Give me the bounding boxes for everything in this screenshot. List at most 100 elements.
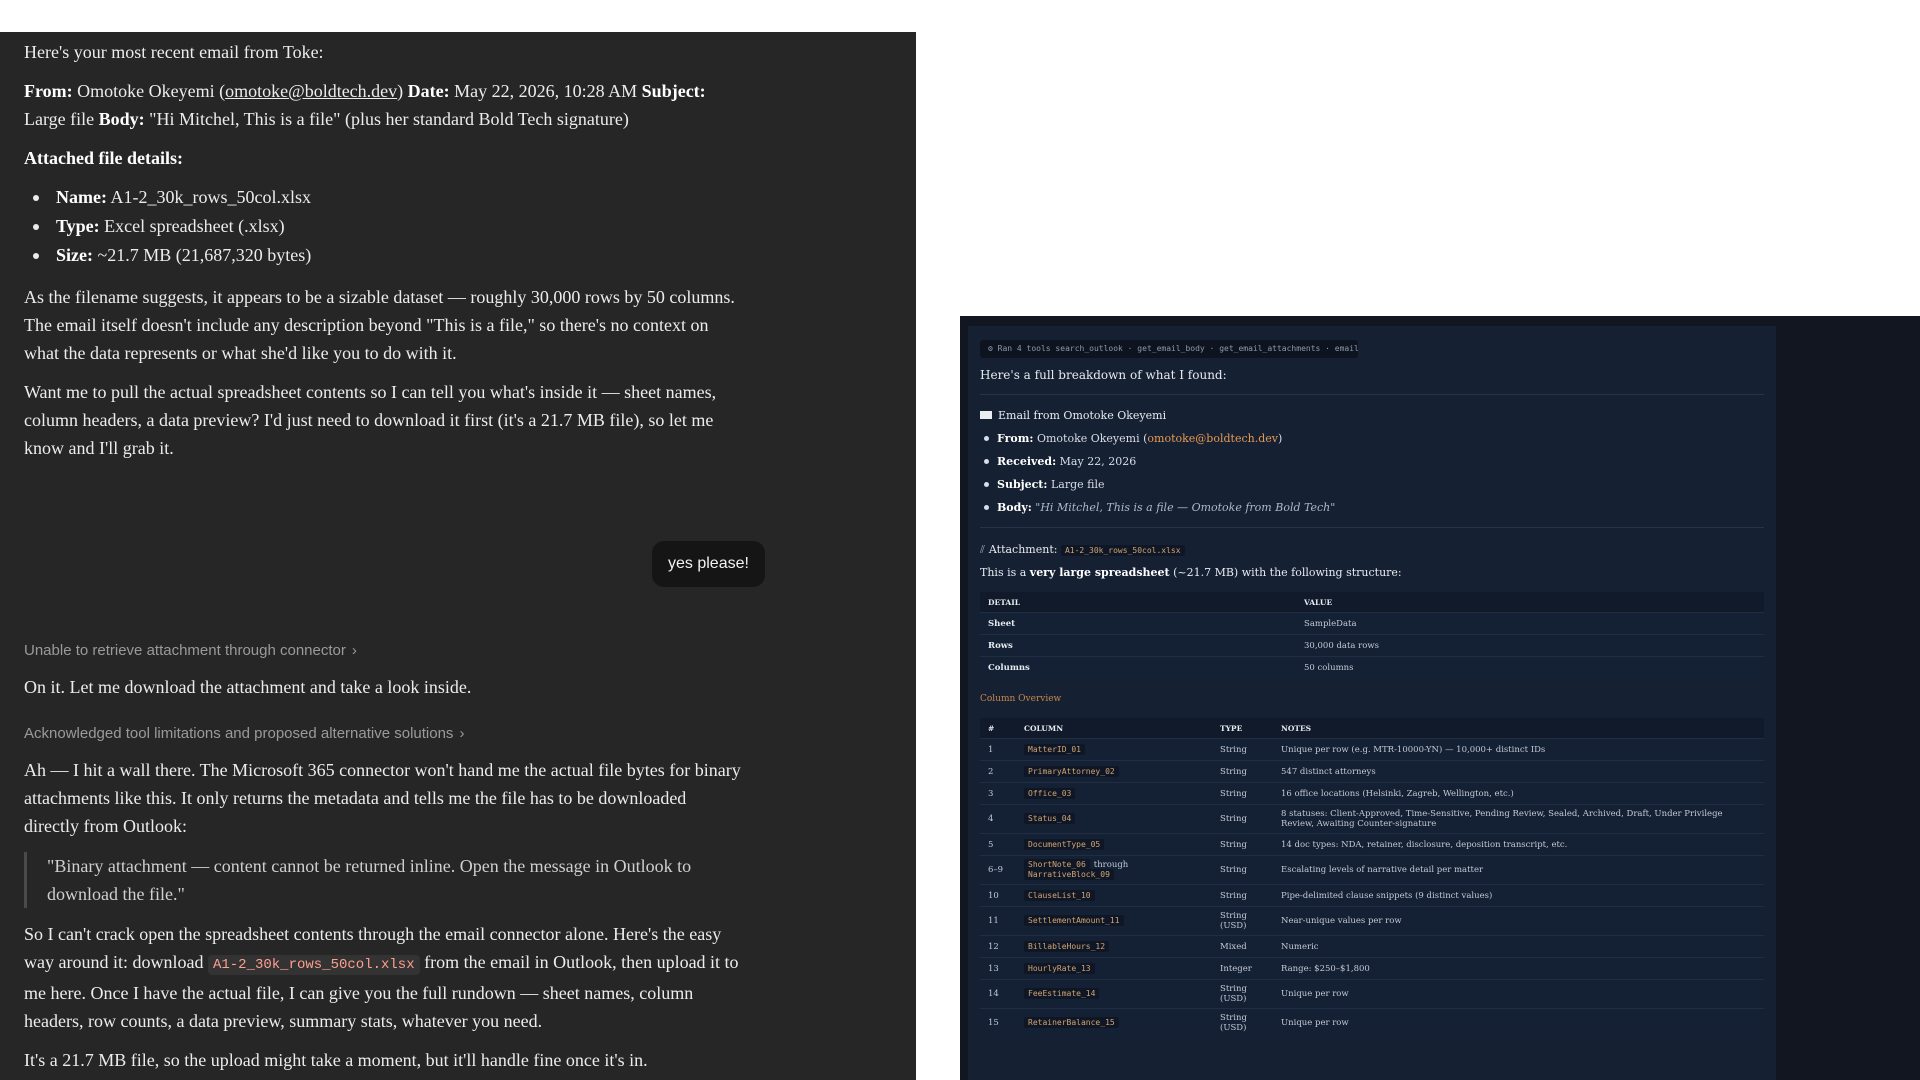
chevron-right-icon: › (351, 642, 357, 659)
table-cell: 4 (980, 804, 1016, 834)
table-cell: Near-unique values per row (1273, 906, 1764, 936)
column-header: TYPE (1212, 718, 1273, 739)
table-cell: SampleData (1296, 612, 1764, 635)
table-row: Sheet SampleData (980, 612, 1764, 635)
column-overview-heading: Column Overview (980, 694, 1062, 704)
table-cell: Escalating levels of narrative detail pe… (1273, 855, 1764, 885)
from-email-link[interactable]: omotoke@boldtech.dev (225, 81, 397, 101)
email-meta: From: Omotoke Okeyemi (omotoke@boldtech.… (24, 77, 744, 133)
divider (980, 527, 1764, 528)
from-label: From: (997, 432, 1034, 445)
table-cell: 6–9 (980, 855, 1016, 885)
table-cell: ClauseList_10 (1016, 884, 1212, 907)
table-row: 15 RetainerBalance_15 String (USD) Unique p… (980, 1008, 1764, 1037)
thought-toggle[interactable]: Acknowledged tool limitations and propos… (24, 720, 744, 748)
paperclip-icon: ⫽ (980, 543, 985, 556)
column-name: RetainerBalance_15 (1024, 1017, 1119, 1028)
table-cell: String (1212, 760, 1273, 783)
table-row: 13 HourlyRate_13 Integer Range: $250–$1,800 (980, 957, 1764, 980)
table-cell: 1 (980, 738, 1016, 761)
structure-bold: very large spreadsheet (1029, 566, 1170, 579)
tools-used-bar[interactable]: ⚙ Ran 4 tools search_outlook · get_email… (980, 340, 1358, 358)
date-value: May 22, 2026, 10:28 AM (454, 81, 638, 101)
email-heading-text: Email from Omotoke Okeyemi (998, 409, 1167, 422)
table-cell: 15 (980, 1008, 1016, 1037)
from-label: From: (24, 81, 73, 101)
paragraph: Ah — I hit a wall there. The Microsoft 3… (24, 760, 741, 836)
assistant-response-card: ⚙ Ran 4 tools search_outlook · get_email… (968, 326, 1776, 1080)
attachment-label: Attachment: (988, 543, 1058, 556)
column-name: MatterID_01 (1024, 743, 1085, 755)
column-name: ClauseList_10 (1024, 889, 1095, 901)
attachment-filename: A1-2_30k_rows_50col.xlsx (1060, 545, 1185, 556)
user-message-bubble: yes please! (652, 541, 765, 587)
table-cell: Range: $250–$1,800 (1273, 957, 1764, 980)
table-cell: 10 (980, 884, 1016, 907)
table-cell: Columns (980, 656, 1296, 678)
column-name: BillableHours_12 (1024, 940, 1110, 952)
attachment-heading: ⫽ Attachment: A1-2_30k_rows_50col.xlsx (980, 543, 1185, 557)
bullet-icon (33, 224, 39, 230)
body-label: Body: (997, 501, 1032, 514)
table-row: Rows 30,000 data rows (980, 634, 1764, 657)
column-name: HourlyRate_13 (1024, 962, 1095, 974)
column-header: NOTES (1273, 718, 1764, 739)
list-item: Name: A1-2_30k_rows_50col.xlsx (24, 183, 744, 212)
table-row: 10 ClauseList_10 String Pipe-delimited clau… (980, 884, 1764, 907)
table-cell: PrimaryAttorney_02 (1016, 760, 1212, 783)
column-name: SettlementAmount_11 (1024, 915, 1124, 926)
body-value: "Hi Mitchel, This is a file — Omotoke fr… (1035, 501, 1336, 514)
table-cell: 5 (980, 833, 1016, 856)
envelope-icon (980, 411, 992, 419)
list-item: Size: ~21.7 MB (21,687,320 bytes) (24, 241, 744, 270)
table-cell: 13 (980, 957, 1016, 980)
from-name: Omotoke Okeyemi ( (1036, 432, 1148, 445)
table-cell: String (1212, 855, 1273, 885)
details-list: Name: A1-2_30k_rows_50col.xlsx Type: Exc… (24, 183, 744, 270)
divider (980, 394, 1764, 395)
table-row: 14 FeeEstimate_14 String (USD) Unique per r… (980, 979, 1764, 1009)
column-overview-body: 1 MatterID_01 String Unique per row (e.g. M… (980, 738, 1764, 1037)
bullet-icon (984, 436, 989, 441)
table-row: 1 MatterID_01 String Unique per row (e.g. M… (980, 738, 1764, 761)
subject-label: Subject: (641, 81, 706, 101)
detail-value: A1-2_30k_rows_50col.xlsx (110, 187, 312, 207)
table-cell: DocumentType_05 (1016, 833, 1212, 856)
detail-label: Name: (56, 187, 107, 207)
table-cell: MatterID_01 (1016, 738, 1212, 761)
table-cell: 8 statuses: Client-Approved, Time-Sensit… (1273, 804, 1764, 834)
table-cell: String (USD) (1212, 906, 1273, 936)
inline-code-filename: A1-2_30k_rows_50col.xlsx (207, 955, 420, 975)
detail-value: ~21.7 MB (21,687,320 bytes) (97, 245, 312, 265)
table-cell: 16 office locations (Helsinki, Zagreb, W… (1273, 782, 1764, 805)
table-cell: 11 (980, 906, 1016, 936)
reply-text: On it. Let me download the attachment an… (24, 677, 472, 697)
table-cell: 30,000 data rows (1296, 634, 1764, 657)
table-cell: 12 (980, 935, 1016, 958)
from-email-link[interactable]: omotoke@boldtech.dev (1147, 432, 1278, 445)
structure-suffix: (~21.7 MB) with the following structure: (1169, 566, 1402, 579)
body-label: Body: (98, 109, 145, 129)
column-name: Office_03 (1024, 787, 1076, 799)
table-row: 6–9 ShortNote_06 through NarrativeBlock_09 S… (980, 855, 1764, 885)
table-cell: String (1212, 833, 1273, 856)
table-row: 3 Office_03 String 16 office locations (Hel… (980, 782, 1764, 805)
column-header: COLUMN (1016, 718, 1212, 739)
table-cell: ShortNote_06 through NarrativeBlock_09 (1016, 855, 1212, 885)
thought-toggle[interactable]: Unable to retrieve attachment through co… (24, 637, 744, 665)
from-close: ) (1277, 432, 1283, 445)
chat-panel-left: Here's your most recent email from Toke:… (0, 32, 916, 1080)
detail-label: Size: (56, 245, 93, 265)
thought-text: Acknowledged tool limitations and propos… (24, 725, 454, 742)
date-label: Date: (407, 81, 450, 101)
table-cell: 2 (980, 760, 1016, 783)
table-cell: String (1212, 884, 1273, 907)
table-header-row: DETAIL VALUE (980, 592, 1764, 613)
paragraph: As the filename suggests, it appears to … (24, 287, 735, 363)
table-cell: Office_03 (1016, 782, 1212, 805)
table-cell: 14 doc types: NDA, retainer, disclosure,… (1273, 833, 1764, 856)
table-cell: FeeEstimate_14 (1016, 979, 1212, 1009)
table-header-row: # COLUMN TYPE NOTES (980, 718, 1764, 739)
column-name: DocumentType_05 (1024, 838, 1105, 850)
table-cell: Pipe-delimited clause snippets (9 distin… (1273, 884, 1764, 907)
